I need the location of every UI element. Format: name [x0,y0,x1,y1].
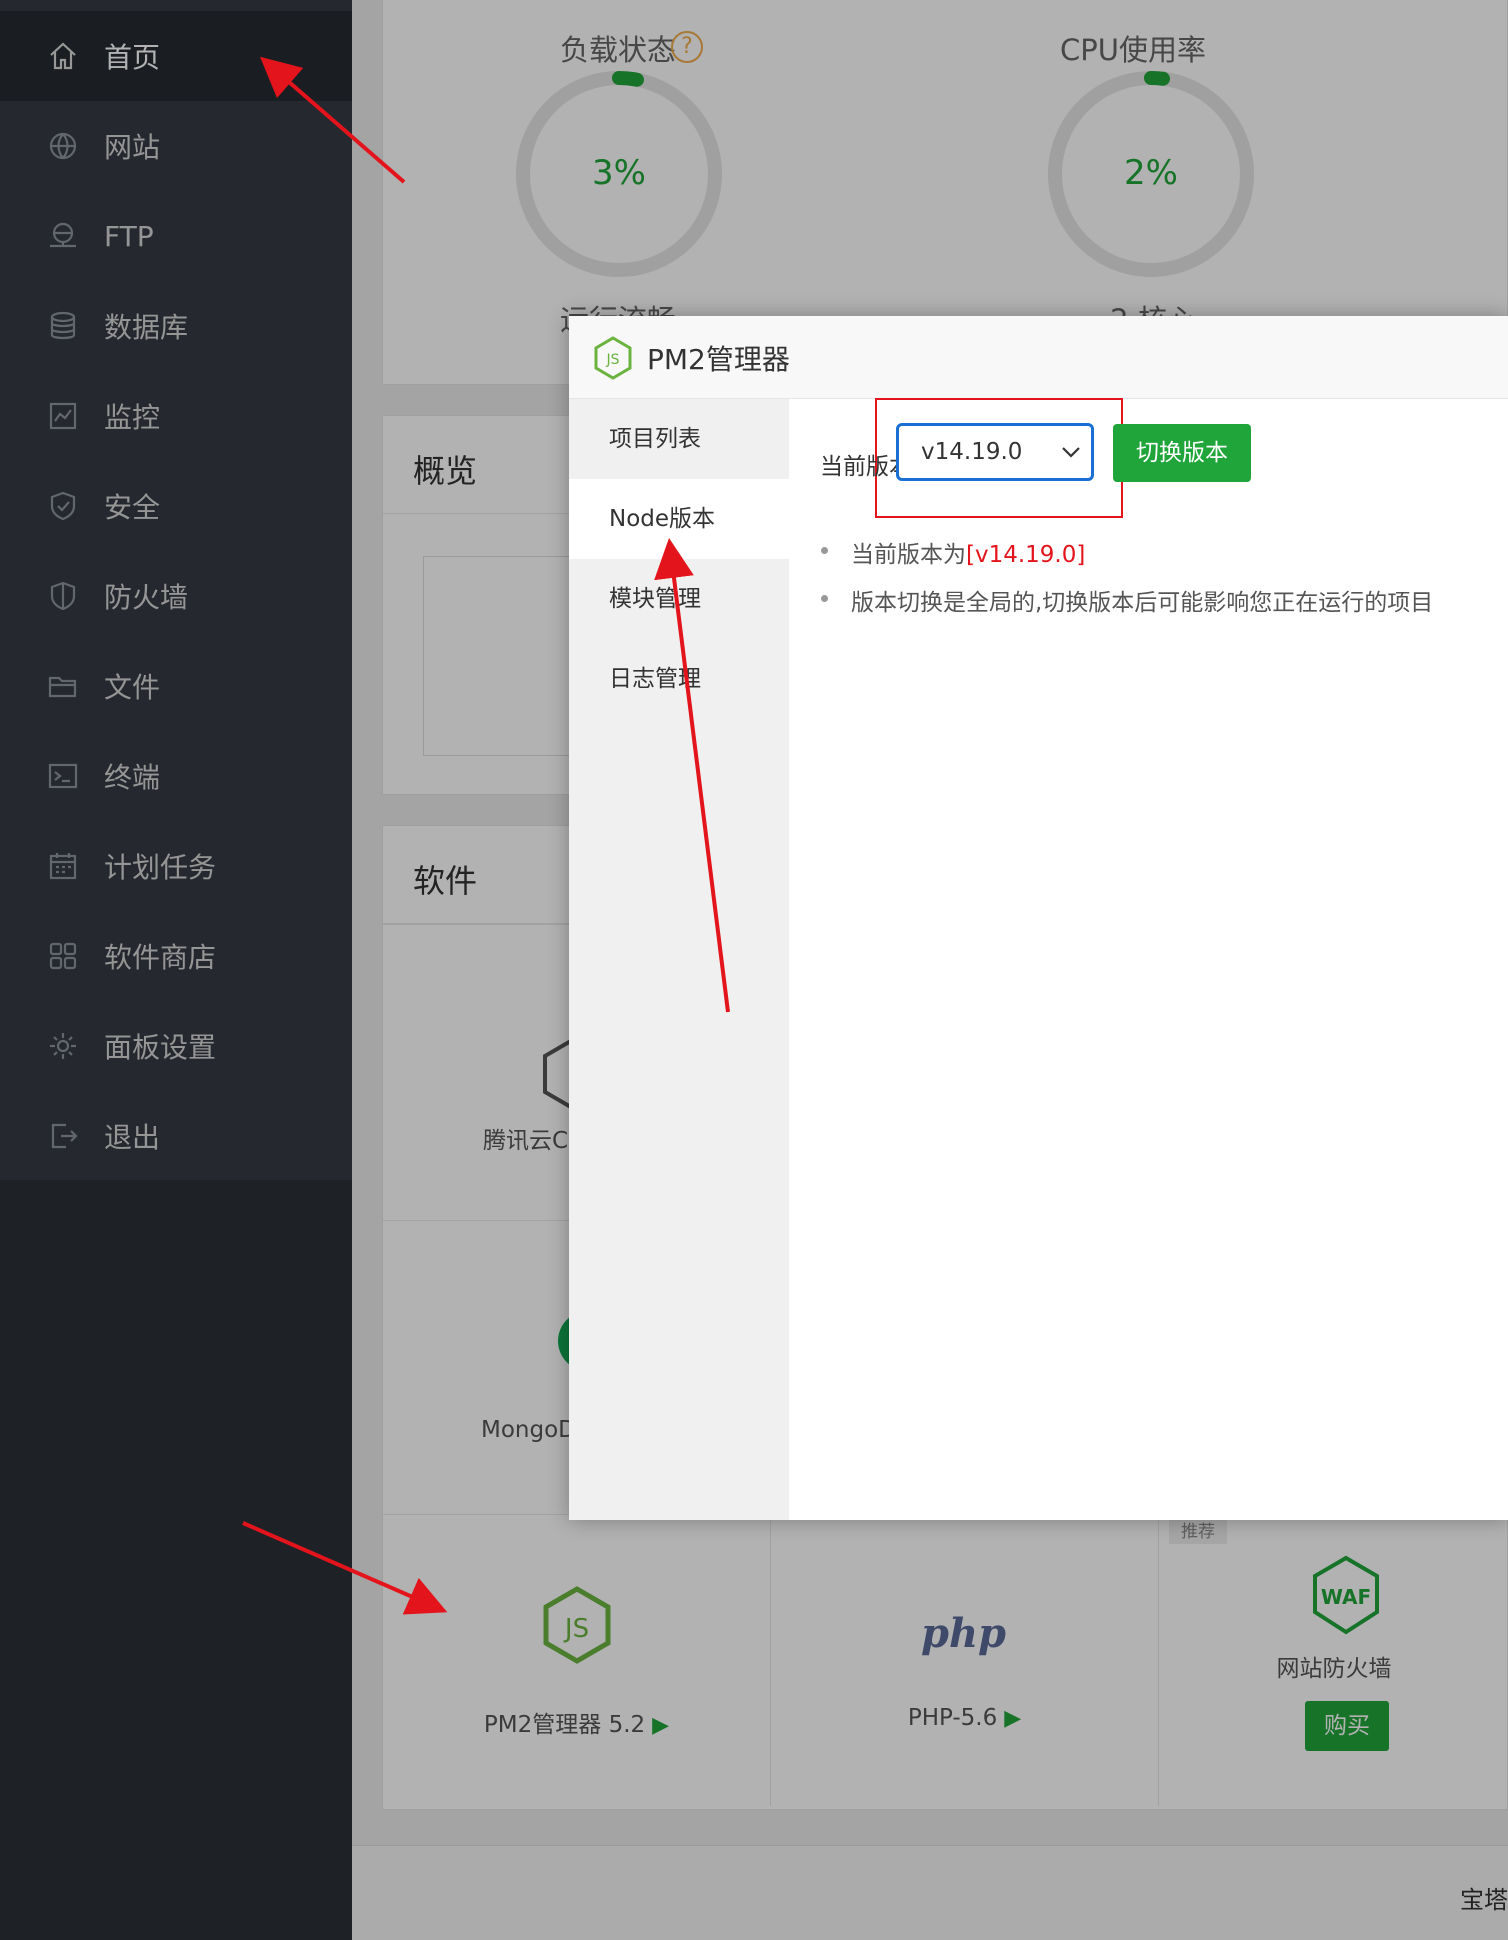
switch-version-button[interactable]: 切换版本 [1113,424,1251,482]
tab-module-management[interactable]: 模块管理 [569,559,789,639]
info-note: 版本切换是全局的,切换版本后可能影响您正在运行的项目 [821,583,1433,617]
tab-log-management[interactable]: 日志管理 [569,639,789,719]
modal-header: JS PM2管理器 [569,316,1508,399]
modal-body: 当前版本 v14.19.0 切换版本 当前版本为[v14.19.0] 版本切换是… [789,398,1508,1520]
tab-project-list[interactable]: 项目列表 [569,399,789,479]
version-select-value: v14.19.0 [921,439,1023,465]
modal-nav: 项目列表 Node版本 模块管理 日志管理 [569,399,789,1520]
pm2-modal: JS PM2管理器 项目列表 Node版本 模块管理 日志管理 当前版本 v14… [569,316,1508,1520]
chevron-down-icon [1062,447,1080,458]
svg-text:JS: JS [605,352,619,368]
modal-title: PM2管理器 [647,343,790,376]
nodejs-icon: JS [594,336,632,380]
info-current-version: 当前版本为[v14.19.0] [821,535,1085,569]
tab-node-version[interactable]: Node版本 [569,479,789,559]
version-select[interactable]: v14.19.0 [896,423,1094,481]
